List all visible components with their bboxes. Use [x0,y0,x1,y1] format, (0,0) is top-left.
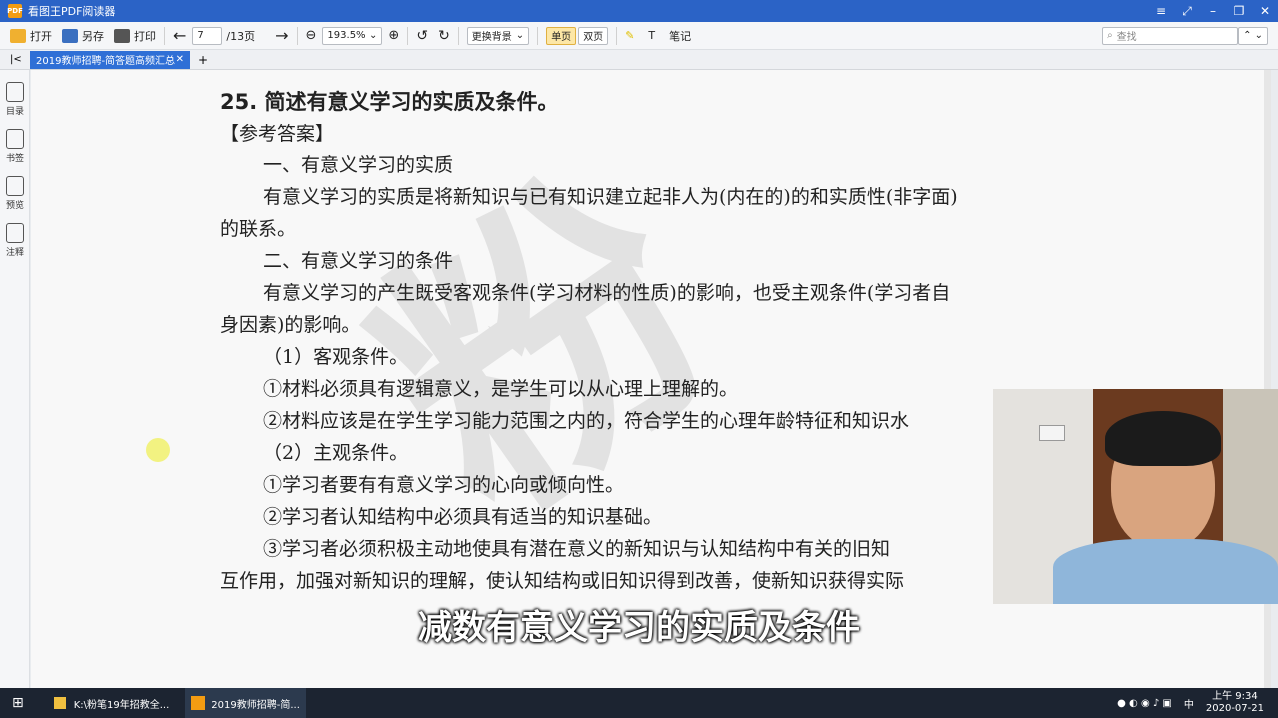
windows-start-icon[interactable]: ⊞ [12,695,24,711]
page-total: /13页 [226,29,256,43]
webcam-overlay [993,389,1278,604]
menu-icon[interactable]: ≡ [1148,4,1174,19]
double-page-button[interactable]: 双页 [578,26,609,45]
new-tab-icon[interactable]: + [198,53,208,67]
tab-bar: |< 2019教师招聘-简答题高频汇总 ✕ + [0,50,1278,70]
text-line: （2）主观条件。 [263,442,409,464]
text-line: 有意义学习的产生既受客观条件(学习材料的性质)的影响，也受主观条件(学习者自 [263,282,951,304]
zoom-out-icon[interactable]: ⊖ [306,28,317,43]
search-icon: ⌕ [1107,30,1113,41]
document-tab[interactable]: 2019教师招聘-简答题高频汇总 ✕ [30,50,190,69]
question-heading: 25. 简述有意义学习的实质及条件。 [220,90,559,114]
zoom-in-icon[interactable]: ⊕ [388,28,399,43]
text-line: 有意义学习的实质是将新知识与已有知识建立起非人为(内在的)的和实质性(非字面) [263,186,958,208]
taskbar-item-explorer[interactable]: K:\粉笔19年招教全... [48,688,176,718]
pdf-icon [191,696,206,710]
search-input[interactable]: ⌕ 查找 [1102,26,1239,45]
preview-icon [6,176,24,196]
sidebar-item-bookmark[interactable]: 书签 [0,129,30,164]
fullscreen-icon[interactable]: ⤢ [1174,4,1200,19]
text-line: 二、有意义学习的条件 [263,250,454,272]
text-line: ②材料应该是在学生学习能力范围之内的，符合学生的心理年龄特征和知识水 [263,410,910,432]
close-button[interactable]: ✕ [1252,4,1278,19]
rotate-right-icon[interactable]: ↻ [438,28,450,44]
sidebar-item-toc[interactable]: 目录 [0,82,30,117]
text-color-icon[interactable]: T [648,29,655,42]
search-nav[interactable]: ⌃ ⌄ [1238,26,1268,45]
close-tab-icon[interactable]: ✕ [176,54,184,65]
taskbar: ⊞ K:\粉笔19年招教全... 2019教师招聘-简... ● ◐ ◉ ♪ ▣… [0,688,1278,718]
cursor-highlight [146,438,170,462]
text-line: 一、有意义学习的实质 [263,154,454,176]
clock-date: 2020-07-21 [1205,703,1264,714]
window-title: 看图王PDF阅读器 [28,5,116,18]
list-icon [6,82,24,102]
folder-icon [10,28,26,43]
print-button[interactable]: 打印 [114,28,156,44]
minimize-button[interactable]: – [1200,4,1226,19]
taskbar-item-pdf[interactable]: 2019教师招聘-简... [185,688,306,718]
page-input[interactable]: 7 [192,26,223,45]
sidebar-item-preview[interactable]: 预览 [0,176,30,211]
presenter-shirt [1053,539,1278,604]
save-icon [62,28,78,43]
text-line: 身因素)的影响。 [220,314,361,336]
text-line: 互作用，加强对新知识的理解，使认知结构或旧知识得到改善，使新知识获得实际 [220,570,905,592]
open-button[interactable]: 打开 [10,28,52,44]
folder-icon [53,697,66,709]
notes-button[interactable]: 笔记 [669,28,691,44]
pdf-page: 25. 简述有意义学习的实质及条件。 【参考答案】 一、有意义学习的实质 有意义… [217,70,1097,688]
text-line: ③学习者必须积极主动地使具有潜在意义的新知识与认知结构中有关的旧知 [263,538,891,560]
annotation-icon [6,223,24,243]
single-page-button[interactable]: 单页 [546,26,577,45]
highlighter-icon[interactable]: ✎ [625,29,634,42]
text-line: （1）客观条件。 [263,346,409,368]
text-line: ①学习者要有有意义学习的心向或倾向性。 [263,474,625,496]
left-sidebar: 目录 书签 预览 注释 [0,70,30,688]
tray-icons[interactable]: ● ◐ ◉ ♪ ▣ [1117,698,1172,709]
rotate-left-icon[interactable]: ↺ [416,28,428,44]
app-logo-icon: PDF [7,4,23,18]
maximize-button[interactable]: ❐ [1226,4,1252,19]
sidebar-item-annotation[interactable]: 注释 [0,223,30,258]
text-line: ②学习者认知结构中必须具有适当的知识基础。 [263,506,663,528]
text-line: 【参考答案】 [220,123,335,145]
bookmark-icon [6,129,24,149]
toolbar: 打开 另存 打印 ← 7 /13页 → ⊖ 193.5% ⌄ ⊕ ↺ ↻ 更换背景… [0,22,1278,50]
save-as-button[interactable]: 另存 [62,28,104,44]
background-select[interactable]: 更换背景 ⌄ [466,26,530,45]
text-line: 的联系。 [220,218,297,240]
zoom-select[interactable]: 193.5% ⌄ [322,26,383,45]
text-line: ①材料必须具有逻辑意义，是学生可以从心理上理解的。 [263,378,739,400]
print-icon [114,28,130,43]
arrow-left-icon[interactable]: ← [173,26,186,45]
video-subtitle: 减数有意义学习的实质及条件 [418,608,860,648]
ime-indicator[interactable]: 中 [1184,696,1194,711]
title-bar: PDF 看图王PDF阅读器 ≡ ⤢ – ❐ ✕ [0,0,1278,22]
clock-time: 上午 9:34 [1212,691,1258,702]
arrow-right-icon[interactable]: → [275,26,288,45]
collapse-sidebar-icon[interactable]: |< [10,54,22,65]
